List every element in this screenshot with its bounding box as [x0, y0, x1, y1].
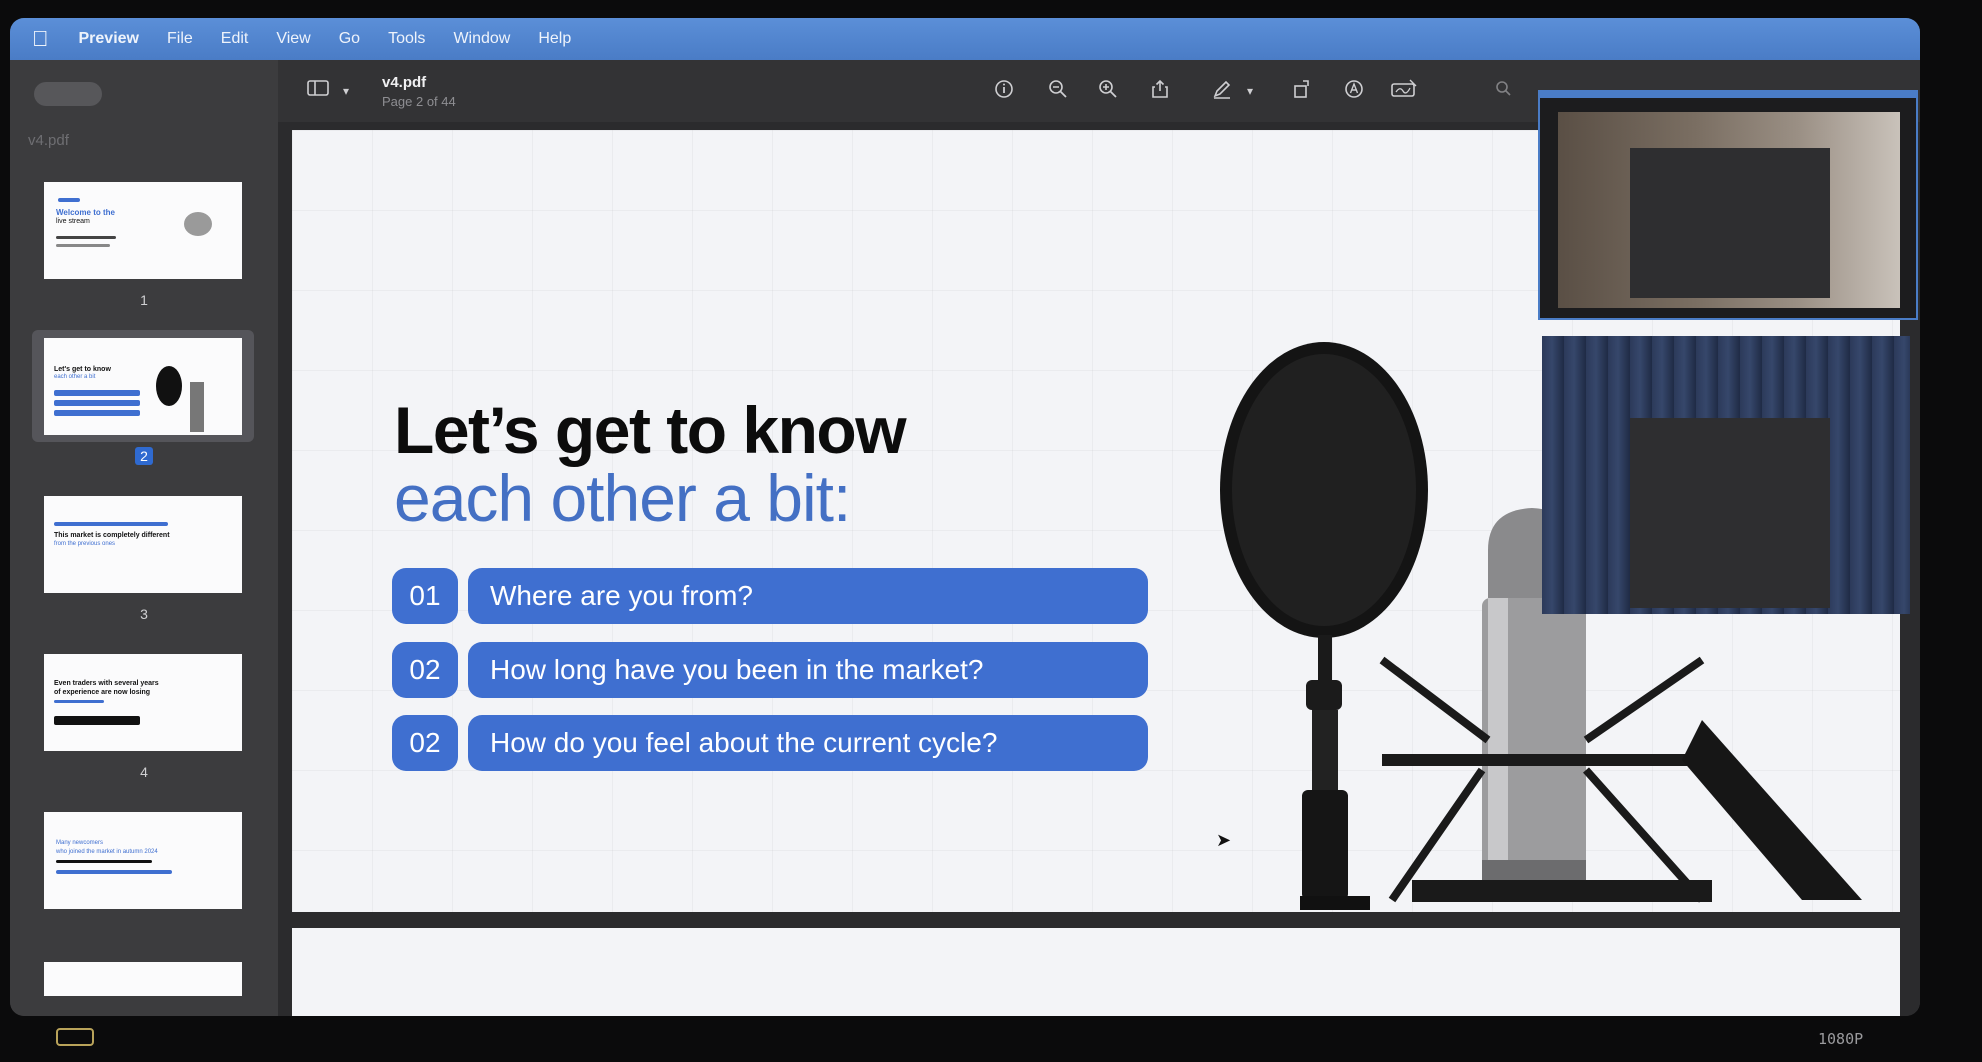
thumb-text-line [56, 236, 116, 239]
mouse-cursor-icon: ➤ [1216, 830, 1232, 851]
zoom-in-icon[interactable] [1094, 78, 1122, 104]
info-icon[interactable] [990, 78, 1018, 104]
signature-icon[interactable] [1390, 78, 1418, 104]
thumb-subtitle: who joined the market in autumn 2024 [56, 849, 158, 855]
page-number-label: 2 [135, 447, 153, 465]
thumb-title: This market is completely different [54, 532, 170, 539]
sidebar-icon[interactable] [304, 78, 332, 104]
thumb-text-line [56, 244, 110, 247]
thumb-bar [54, 522, 168, 526]
thumbnail-page-1[interactable]: Welcome to the live stream [32, 174, 254, 286]
thumb-title: Welcome to the [56, 208, 115, 217]
share-icon[interactable] [1146, 78, 1174, 104]
thumb-title: Many newcomers [56, 840, 104, 846]
document-title: v4.pdf [382, 74, 427, 91]
question-number: 02 [392, 715, 458, 771]
search-icon[interactable] [1490, 78, 1518, 104]
menu-tools[interactable]: Tools [388, 30, 425, 48]
zoom-out-icon[interactable] [1044, 78, 1072, 104]
thumb-text-line [54, 700, 104, 703]
chevron-down-icon[interactable]: ▾ [1236, 78, 1264, 104]
thumbnail-page-5[interactable]: Many newcomers who joined the market in … [32, 804, 254, 916]
thumb-bar [56, 870, 172, 874]
page-number-4: 4 [140, 764, 148, 780]
thumb-mic-image [156, 366, 182, 406]
thumb-title: Let's get to know [54, 366, 111, 373]
resolution-label: 1080P [1818, 1030, 1864, 1048]
page-indicator: Page 2 of 44 [382, 94, 456, 109]
thumbnail-image: Many newcomers who joined the market in … [44, 812, 242, 909]
thumb-black-bar [54, 716, 140, 725]
thumb-tag [58, 198, 80, 202]
thumb-question-bar [54, 400, 140, 406]
thumbnail-page-6[interactable] [44, 962, 242, 996]
menu-window[interactable]: Window [453, 30, 510, 48]
menu-bar:  Preview File Edit View Go Tools Window… [10, 18, 1920, 60]
thumbnail-image: This market is completely different from… [44, 496, 242, 593]
menu-help[interactable]: Help [538, 30, 571, 48]
sidebar-filename: v4.pdf [28, 132, 69, 149]
thumbnail-image: Welcome to the live stream [44, 182, 242, 279]
menu-view[interactable]: View [276, 30, 310, 48]
redacted-face [1630, 418, 1830, 608]
thumb-mic-image [190, 382, 204, 432]
thumbnail-page-3[interactable]: This market is completely different from… [32, 488, 254, 600]
slide-title-line-2: each other a bit: [394, 461, 851, 535]
thumb-question-bar [54, 410, 140, 416]
menu-app-preview[interactable]: Preview [79, 30, 139, 48]
page-number-1: 1 [140, 292, 148, 308]
thumbnail-page-2[interactable]: Let's get to know each other a bit [32, 330, 254, 442]
question-number: 02 [392, 642, 458, 698]
thumbnail-sidebar: v4.pdf Welcome to the live stream 1 Let'… [10, 60, 278, 1016]
rotate-icon[interactable] [1288, 78, 1316, 104]
sidebar-toggle[interactable] [34, 82, 102, 106]
preview-window:  Preview File Edit View Go Tools Window… [10, 18, 1920, 1016]
menu-edit[interactable]: Edit [221, 30, 249, 48]
recording-status-bar [0, 1018, 1982, 1062]
thumb-text-line [56, 860, 152, 863]
menu-file[interactable]: File [167, 30, 193, 48]
question-text: How do you feel about the current cycle? [468, 715, 1148, 771]
thumb-subtitle: from the previous ones [54, 541, 116, 547]
question-text: How long have you been in the market? [468, 642, 1148, 698]
markup-pen-icon[interactable] [1208, 78, 1236, 104]
webcam-overlay-2 [1542, 336, 1910, 614]
thumbnail-image: Even traders with several years of exper… [44, 654, 242, 751]
thumb-coin-image [184, 212, 212, 236]
webcam-overlay-1 [1538, 90, 1918, 320]
thumb-title: Even traders with several years [54, 680, 159, 687]
apple-menu-icon[interactable]:  [32, 28, 49, 50]
thumb-subtitle: live stream [56, 218, 90, 225]
thumb-subtitle: of experience are now losing [54, 689, 151, 696]
page-number-2: 2 [10, 447, 278, 465]
menu-go[interactable]: Go [339, 30, 360, 48]
slide-title-line-1: Let’s get to know [394, 393, 907, 467]
thumbnail-image: Let's get to know each other a bit [44, 338, 242, 435]
question-text: Where are you from? [468, 568, 1148, 624]
slide-page-3-preview [292, 928, 1900, 1016]
thumbnail-page-4[interactable]: Even traders with several years of exper… [32, 646, 254, 758]
thumb-subtitle: each other a bit [54, 374, 96, 380]
highlight-icon[interactable] [1340, 78, 1368, 104]
question-number: 01 [392, 568, 458, 624]
redacted-face [1630, 148, 1830, 298]
chevron-down-icon[interactable]: ▾ [332, 78, 360, 104]
thumb-question-bar [54, 390, 140, 396]
page-number-3: 3 [140, 606, 148, 622]
battery-icon [56, 1028, 94, 1046]
